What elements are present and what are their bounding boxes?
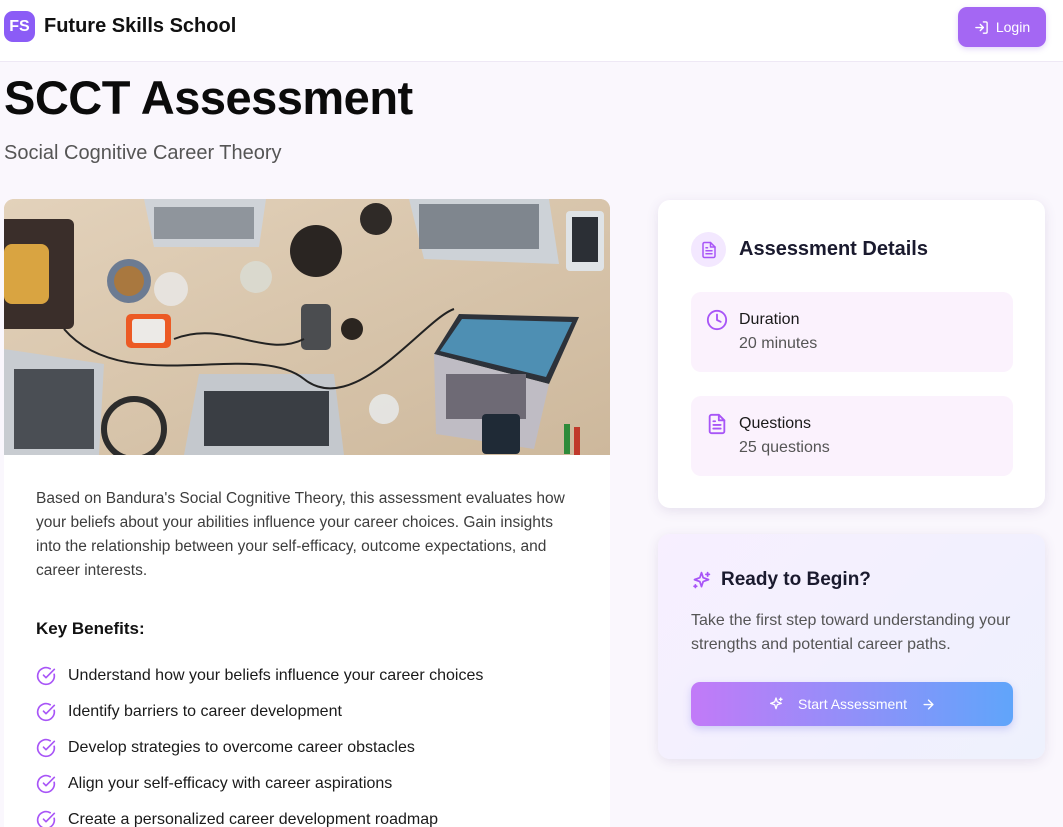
- brand-logo: FS: [4, 11, 35, 42]
- top-navbar: FS Future Skills School Login: [0, 0, 1063, 62]
- assessment-overview-card: Based on Bandura's Social Cognitive Theo…: [4, 199, 610, 827]
- brand-name: Future Skills School: [44, 15, 237, 37]
- brand[interactable]: FS Future Skills School: [4, 11, 236, 42]
- list-item: Understand how your beliefs influence yo…: [36, 658, 483, 694]
- check-circle-icon: [36, 738, 56, 758]
- assessment-description: Based on Bandura's Social Cognitive Theo…: [36, 490, 565, 579]
- clock-icon: [706, 309, 728, 331]
- arrow-right-icon: [923, 698, 934, 710]
- laptops-desk-photo: [4, 199, 610, 455]
- start-assessment-button[interactable]: Start Assessment: [691, 682, 1013, 726]
- details-header: Assessment Details: [691, 232, 928, 267]
- check-circle-icon: [36, 774, 56, 794]
- benefits-title: Key Benefits:: [36, 619, 145, 638]
- begin-title: Ready to Begin?: [721, 569, 871, 590]
- check-circle-icon: [36, 702, 56, 722]
- benefit-text: Align your self-efficacy with career asp…: [68, 775, 393, 792]
- document-icon: [691, 232, 726, 267]
- login-button[interactable]: Login: [958, 7, 1046, 47]
- hero-image: [4, 199, 610, 455]
- check-circle-icon: [36, 666, 56, 686]
- benefits-list: Understand how your beliefs influence yo…: [36, 658, 483, 827]
- check-circle-icon: [36, 810, 56, 827]
- document-icon: [708, 413, 726, 435]
- questions-box: Questions 25 questions: [691, 396, 1013, 476]
- list-item: Develop strategies to overcome career ob…: [36, 730, 483, 766]
- details-title: Assessment Details: [739, 238, 928, 260]
- assessment-details-card: Assessment Details Duration 20 minutes Q…: [658, 200, 1045, 508]
- list-item: Identify barriers to career development: [36, 694, 483, 730]
- sparkles-icon: [770, 697, 783, 710]
- page-subtitle: Social Cognitive Career Theory: [4, 142, 282, 164]
- page-title: SCCT Assessment: [4, 71, 413, 124]
- duration-value: 20 minutes: [739, 335, 818, 352]
- login-label: Login: [995, 19, 1031, 35]
- duration-label: Duration: [739, 311, 800, 328]
- login-arrow-icon: [975, 20, 988, 34]
- begin-header: Ready to Begin?: [691, 569, 871, 591]
- benefit-text: Identify barriers to career development: [68, 703, 342, 720]
- begin-text: Take the first step toward understanding…: [691, 612, 1011, 653]
- questions-label: Questions: [739, 415, 812, 432]
- benefit-text: Develop strategies to overcome career ob…: [68, 739, 415, 756]
- questions-value: 25 questions: [739, 439, 830, 456]
- sparkles-icon: [693, 571, 711, 588]
- list-item: Create a personalized career development…: [36, 802, 483, 827]
- benefit-text: Understand how your beliefs influence yo…: [68, 667, 484, 684]
- duration-box: Duration 20 minutes: [691, 292, 1013, 372]
- start-assessment-label: Start Assessment: [798, 696, 907, 712]
- list-item: Align your self-efficacy with career asp…: [36, 766, 483, 802]
- benefit-text: Create a personalized career development…: [68, 811, 438, 827]
- ready-to-begin-card: Ready to Begin? Take the first step towa…: [658, 534, 1045, 759]
